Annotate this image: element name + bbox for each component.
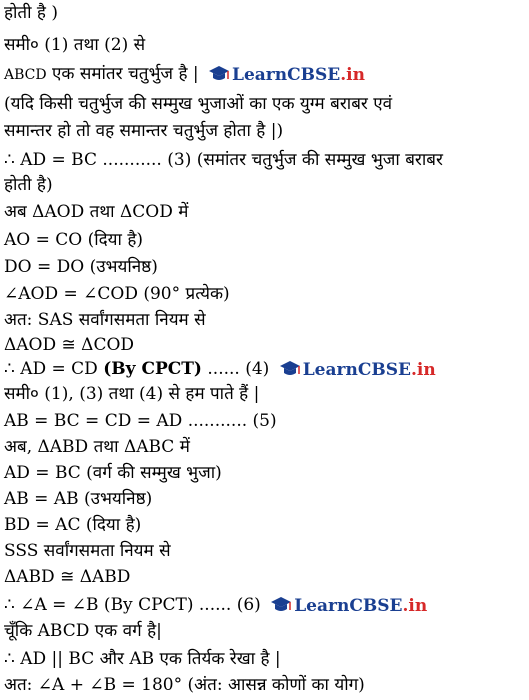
learncbse-logo: LearnCBSE.in <box>270 595 427 617</box>
graduation-cap-icon <box>209 65 230 80</box>
text-line: ΔABD ≅ ΔABD <box>4 567 131 587</box>
text-line: होती है) <box>4 175 53 195</box>
text-line: अब, ΔABD तथा ΔABC में <box>4 437 190 457</box>
logo-suffix-text: .in <box>402 595 428 616</box>
text-span: ∴ ∠A = ∠B (By CPCT) ...... (6) <box>4 595 261 615</box>
text-line: ∠AOD = ∠COD (90° प्रत्येक) <box>4 284 230 304</box>
text-span: ∴ AD = CD <box>4 359 98 379</box>
logo-main-text: LearnCBSE <box>302 359 411 380</box>
text-line: ∴ AD || BC और AB एक तिर्यक रेखा है | <box>4 649 281 669</box>
text-line: AB = AB (उभयनिष्ठ) <box>4 489 153 509</box>
text-span: एक समांतर चतुर्भुज है | <box>52 64 199 84</box>
learncbse-logo: LearnCBSE.in <box>279 359 436 381</box>
text-line: (यदि किसी चतुर्भुज की सम्मुख भुजाओं का ए… <box>4 94 393 114</box>
graduation-cap-icon <box>271 596 292 611</box>
text-line: ABCD एक समांतर चतुर्भुज है | LearnCBSE.i… <box>4 63 365 86</box>
text-line: SSS सर्वांगसमता नियम से <box>4 541 171 561</box>
logo-main-text: LearnCBSE <box>232 64 341 85</box>
graduation-cap-icon <box>279 360 300 375</box>
text-line: अत: ∠A + ∠B = 180° (अंत: आसन्न कोणों का … <box>4 675 365 695</box>
text-line: समी० (1), (3) तथा (4) से हम पाते हैं | <box>4 384 260 404</box>
text-line: ∴ AD = BC ........... (3) (समांतर चतुर्भ… <box>4 150 443 170</box>
logo-suffix-text: .in <box>410 359 436 380</box>
logo-suffix-text: .in <box>340 64 365 85</box>
text-line: AB = BC = CD = AD ........... (5) <box>4 411 277 431</box>
cpct-bold: (By CPCT) <box>103 359 202 379</box>
text-line: अब ΔAOD तथा ΔCOD में <box>4 202 189 222</box>
text-line: चूँकि ABCD एक वर्ग है| <box>4 621 162 641</box>
logo-main-text: LearnCBSE <box>294 595 403 616</box>
abcd-label: ABCD <box>4 67 47 83</box>
learncbse-logo: LearnCBSE.in <box>208 64 365 86</box>
text-line: ΔAOD ≅ ΔCOD <box>4 335 135 355</box>
text-line: समान्तर हो तो वह समान्तर चतुर्भुज होता ह… <box>4 121 284 141</box>
text-span: ...... (4) <box>207 359 270 379</box>
text-line: समी० (1) तथा (2) से <box>4 35 146 55</box>
text-line: अत: SAS सर्वांगसमता नियम से <box>4 310 206 330</box>
text-line: BD = AC (दिया है) <box>4 515 142 535</box>
text-line: AD = BC (वर्ग की सम्मुख भुजा) <box>4 463 222 483</box>
text-line: DO = DO (उभयनिष्ठ) <box>4 257 158 277</box>
text-line: होती है ) <box>4 3 58 23</box>
text-line: ∴ ∠A = ∠B (By CPCT) ...... (6) LearnCBSE… <box>4 594 427 617</box>
text-line: ∴ AD = CD (By CPCT) ...... (4) LearnCBSE… <box>4 358 436 381</box>
document-page: होती है ) समी० (1) तथा (2) से ABCD एक सम… <box>0 0 529 700</box>
text-line: AO = CO (दिया है) <box>4 230 144 250</box>
